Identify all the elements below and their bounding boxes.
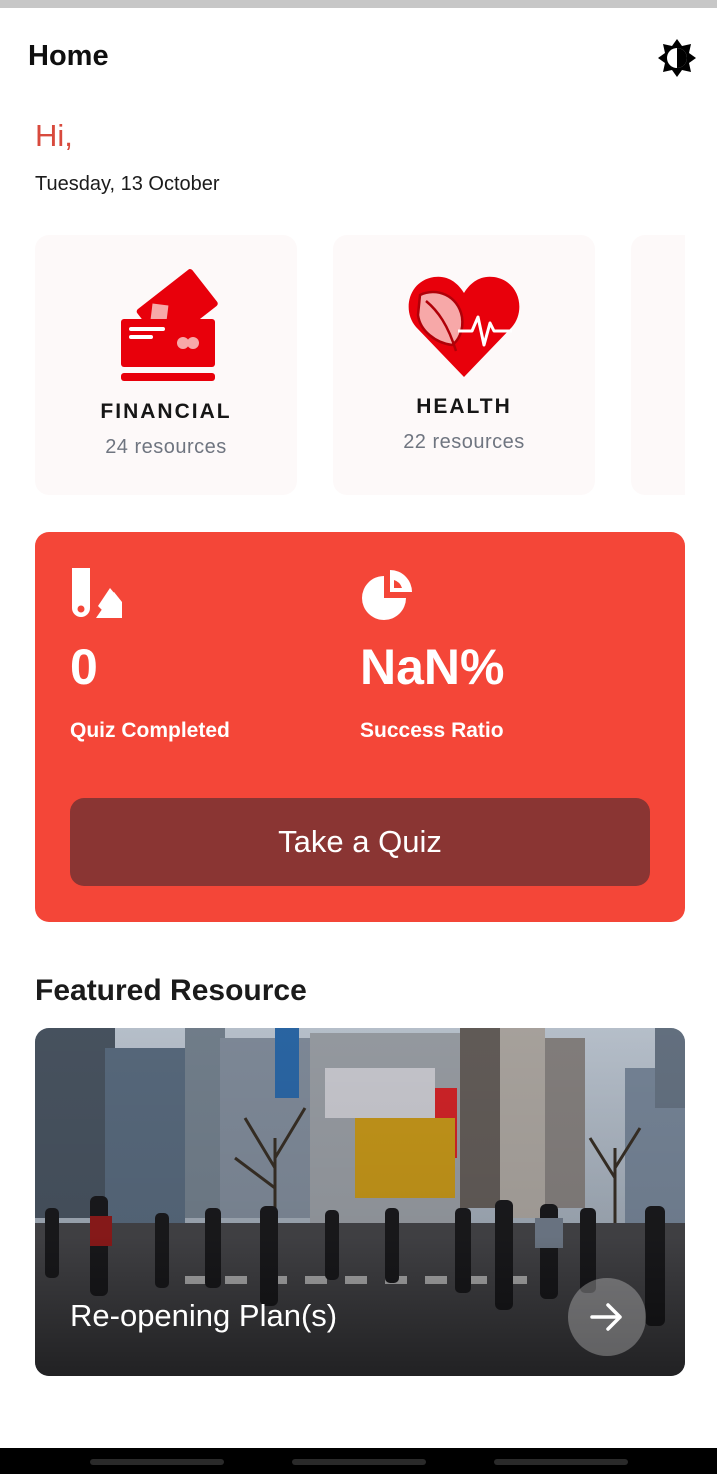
featured-resource-card[interactable]: Re-opening Plan(s) (35, 1028, 685, 1376)
date-text: Tuesday, 13 October (35, 173, 220, 195)
success-ratio-value: NaN% (360, 639, 505, 695)
category-card-health[interactable]: HEALTH 22 resources (333, 235, 595, 495)
open-resource-button[interactable] (568, 1278, 646, 1356)
category-card-partial[interactable] (631, 235, 685, 495)
pie-chart-icon (362, 570, 412, 620)
greeting-text: Hi, (35, 118, 73, 153)
take-quiz-button[interactable]: Take a Quiz (70, 798, 650, 886)
arrow-right-icon (590, 1303, 622, 1331)
featured-title: Re-opening Plan(s) (70, 1298, 338, 1333)
status-bar (0, 0, 717, 8)
section-title: Featured Resource (35, 974, 307, 1007)
nav-handle[interactable] (494, 1459, 628, 1465)
category-card-financial[interactable]: FINANCIAL 24 resources (35, 235, 297, 495)
credit-card-icon (35, 269, 297, 385)
category-carousel[interactable]: FINANCIAL 24 resources HEALTH 22 resourc… (35, 235, 685, 495)
page-title: Home (28, 40, 109, 72)
quiz-completed-label: Quiz Completed (70, 719, 230, 742)
pencil-ruler-icon (72, 568, 122, 618)
app-bar: Home (0, 8, 717, 108)
category-name: FINANCIAL (100, 400, 232, 423)
category-name: HEALTH (416, 395, 512, 418)
system-navigation-bar (0, 1448, 717, 1474)
nav-handle[interactable] (292, 1459, 426, 1465)
category-count: 22 resources (403, 431, 525, 453)
quiz-completed-value: 0 (70, 639, 98, 695)
success-ratio-label: Success Ratio (360, 719, 504, 742)
theme-toggle-button[interactable] (652, 36, 702, 80)
category-count: 24 resources (105, 436, 227, 458)
brightness-icon (658, 39, 696, 77)
nav-handle[interactable] (90, 1459, 224, 1465)
heart-leaf-icon (333, 273, 595, 381)
